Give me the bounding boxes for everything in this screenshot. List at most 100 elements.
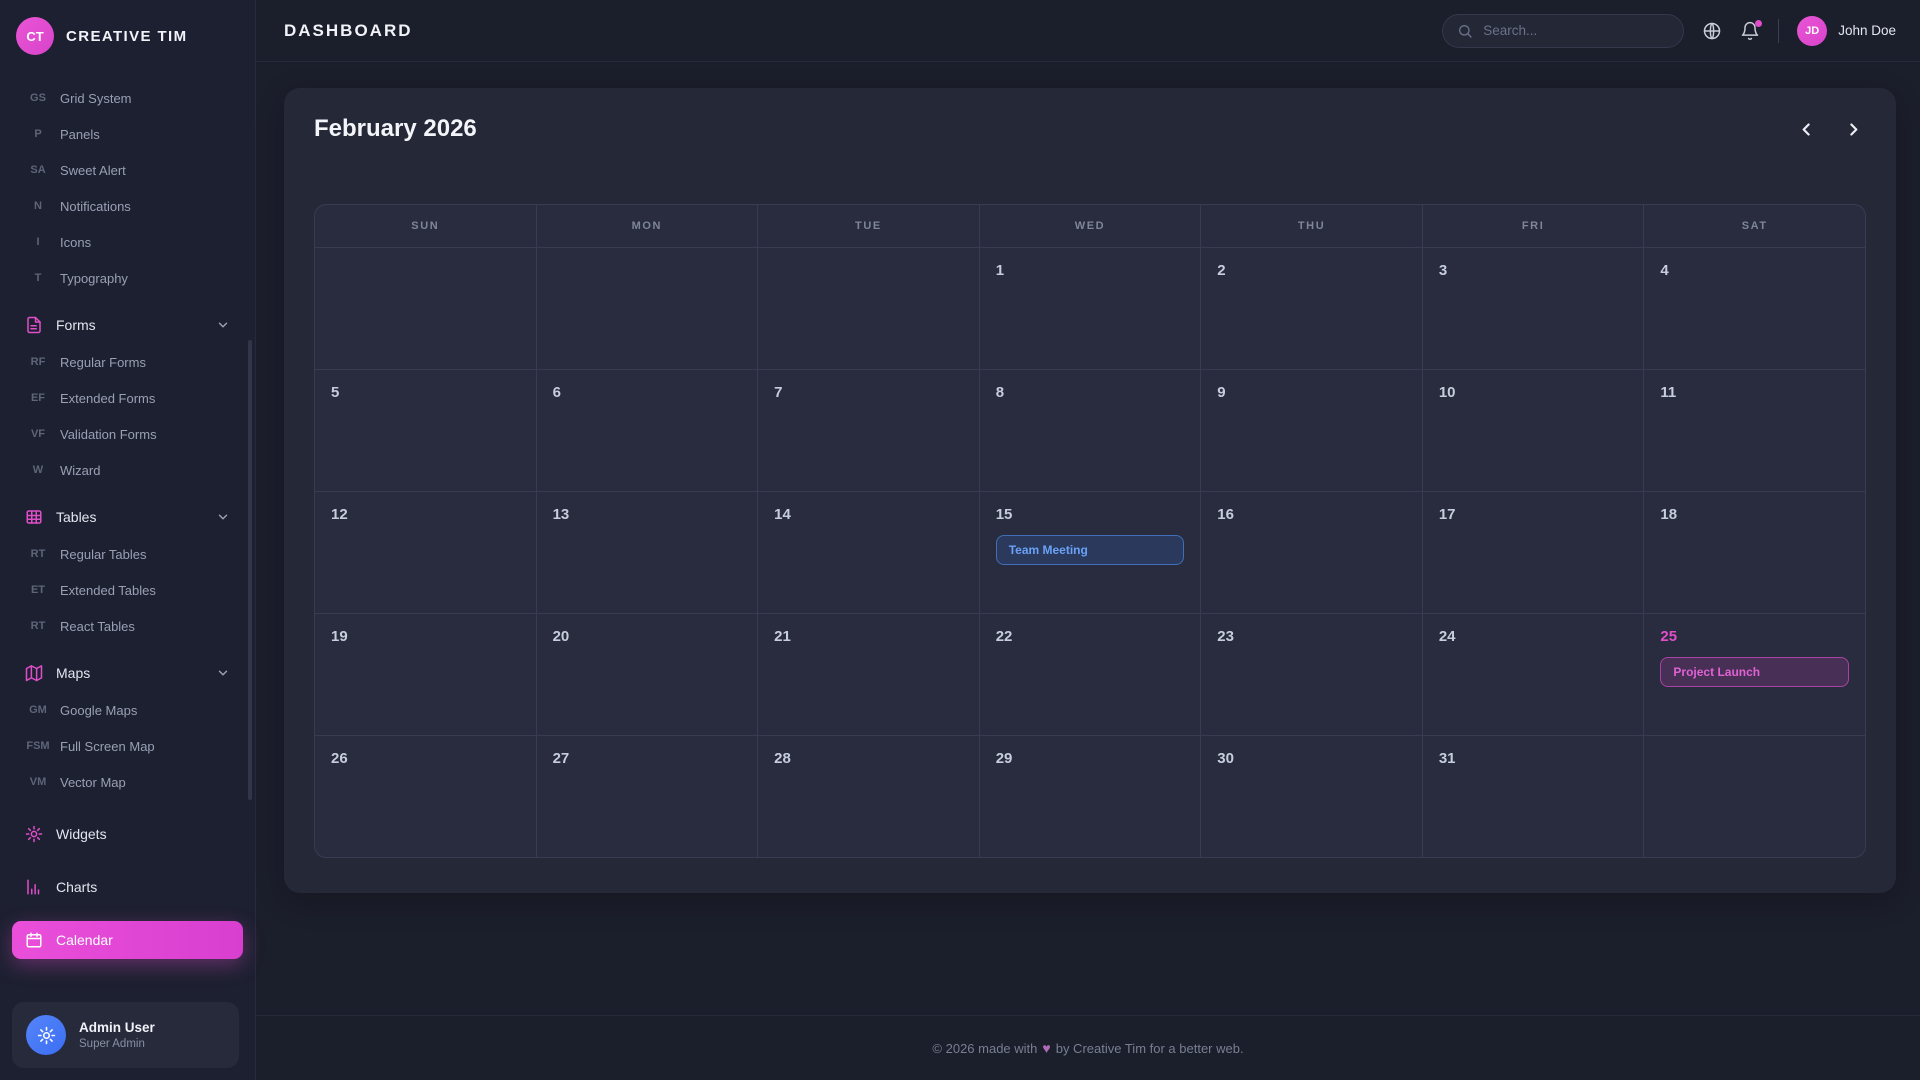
calendar-day-number: 26	[331, 750, 520, 767]
calendar-day-number: 28	[774, 750, 963, 767]
sidebar-user-card[interactable]: Admin User Super Admin	[12, 1002, 239, 1068]
sidebar-item-google-maps[interactable]: GMGoogle Maps	[12, 692, 243, 728]
calendar-day-number: 19	[331, 628, 520, 645]
calendar-day-number: 13	[553, 506, 742, 523]
item-label: Google Maps	[56, 703, 137, 718]
calendar-cell-day-30[interactable]: 30	[1201, 736, 1422, 857]
top-header: DASHBOARD JD John Doe	[256, 0, 1920, 62]
calendar-cell-day-9[interactable]: 9	[1201, 370, 1422, 491]
calendar-cell-day-13[interactable]: 13	[537, 492, 758, 613]
calendar-header: February 2026	[314, 114, 1866, 144]
notifications-button[interactable]	[1740, 21, 1760, 41]
prev-month-button[interactable]	[1794, 117, 1819, 142]
search-input[interactable]	[1483, 23, 1669, 38]
calendar-cell-day-8[interactable]: 8	[980, 370, 1201, 491]
item-label: Extended Forms	[56, 391, 155, 406]
map-icon	[25, 664, 43, 682]
sidebar-item-react-tables[interactable]: RTReact Tables	[12, 608, 243, 644]
calendar-cell-day-17[interactable]: 17	[1423, 492, 1644, 613]
calendar-cell-day-25[interactable]: 25Project Launch	[1644, 614, 1865, 735]
weekday-header-sat: SAT	[1644, 205, 1865, 247]
sidebar-item-maps[interactable]: Maps	[12, 654, 243, 692]
calendar-cell-day-31[interactable]: 31	[1423, 736, 1644, 857]
sidebar-item-sweet-alert[interactable]: SASweet Alert	[12, 152, 243, 188]
calendar-day-number: 20	[553, 628, 742, 645]
calendar-day-number: 1	[996, 262, 1185, 279]
item-initials: RT	[20, 548, 56, 560]
brand[interactable]: CT CREATIVE TIM	[0, 0, 255, 72]
calendar-cell-day-18[interactable]: 18	[1644, 492, 1865, 613]
calendar-cell-day-3[interactable]: 3	[1423, 248, 1644, 369]
calendar-cell-day-5[interactable]: 5	[315, 370, 536, 491]
footer: © 2026 made with ♥ by Creative Tim for a…	[256, 1015, 1920, 1080]
footer-text-prefix: © 2026 made with	[932, 1041, 1037, 1056]
sidebar-item-forms[interactable]: Forms	[12, 306, 243, 344]
sidebar-item-widgets[interactable]: Widgets	[12, 815, 243, 853]
calendar-day-number: 14	[774, 506, 963, 523]
calendar-cell-day-20[interactable]: 20	[537, 614, 758, 735]
calendar-cell-day-11[interactable]: 11	[1644, 370, 1865, 491]
gear-icon	[25, 825, 43, 843]
calendar-cell-day-28[interactable]: 28	[758, 736, 979, 857]
calendar-cell-day-23[interactable]: 23	[1201, 614, 1422, 735]
sidebar-item-panels[interactable]: PPanels	[12, 116, 243, 152]
user-name: Admin User	[79, 1020, 155, 1035]
user-avatar	[26, 1015, 66, 1055]
item-initials: N	[20, 200, 56, 212]
item-initials: GS	[20, 92, 56, 104]
calendar-cell-day-12[interactable]: 12	[315, 492, 536, 613]
sidebar-item-extended-tables[interactable]: ETExtended Tables	[12, 572, 243, 608]
calendar-cell-day-6[interactable]: 6	[537, 370, 758, 491]
sidebar-item-wizard[interactable]: WWizard	[12, 452, 243, 488]
calendar-cell-day-10[interactable]: 10	[1423, 370, 1644, 491]
user-role: Super Admin	[79, 1038, 155, 1050]
calendar-event-project-launch[interactable]: Project Launch	[1660, 657, 1849, 687]
calendar-cell-day-19[interactable]: 19	[315, 614, 536, 735]
sidebar-item-grid-system[interactable]: GSGrid System	[12, 80, 243, 116]
calendar-cell-day-26[interactable]: 26	[315, 736, 536, 857]
notification-badge	[1755, 20, 1762, 27]
section-label: Calendar	[56, 932, 230, 948]
calendar-cell-day-21[interactable]: 21	[758, 614, 979, 735]
language-globe-button[interactable]	[1702, 21, 1722, 41]
content-area: February 2026 SUNMONTUEWEDTHUFRISAT12345…	[256, 62, 1920, 1015]
sidebar-item-tables[interactable]: Tables	[12, 498, 243, 536]
sidebar-item-regular-forms[interactable]: RFRegular Forms	[12, 344, 243, 380]
sidebar-item-icons[interactable]: IIcons	[12, 224, 243, 260]
sidebar-scrollbar[interactable]	[248, 340, 252, 800]
sidebar-item-extended-forms[interactable]: EFExtended Forms	[12, 380, 243, 416]
sidebar-item-validation-forms[interactable]: VFValidation Forms	[12, 416, 243, 452]
calendar-cell-day-7[interactable]: 7	[758, 370, 979, 491]
sidebar-item-calendar[interactable]: Calendar	[12, 921, 243, 959]
user-menu[interactable]: JD John Doe	[1797, 16, 1896, 46]
calendar-cell-day-15[interactable]: 15Team Meeting	[980, 492, 1201, 613]
calendar-day-number: 23	[1217, 628, 1406, 645]
sidebar-item-full-screen-map[interactable]: FSMFull Screen Map	[12, 728, 243, 764]
calendar-cell-day-2[interactable]: 2	[1201, 248, 1422, 369]
calendar-icon	[25, 931, 43, 949]
calendar-event-team-meeting[interactable]: Team Meeting	[996, 535, 1185, 565]
calendar-cell-day-4[interactable]: 4	[1644, 248, 1865, 369]
item-initials: SA	[20, 164, 56, 176]
calendar-cell-day-24[interactable]: 24	[1423, 614, 1644, 735]
globe-icon	[1702, 21, 1722, 41]
sidebar-item-regular-tables[interactable]: RTRegular Tables	[12, 536, 243, 572]
section-label: Maps	[56, 665, 203, 681]
footer-text-suffix: by Creative Tim for a better web.	[1056, 1041, 1244, 1056]
search-box	[1442, 14, 1684, 48]
calendar-cell-day-29[interactable]: 29	[980, 736, 1201, 857]
table-icon	[25, 508, 43, 526]
brand-name: CREATIVE TIM	[66, 28, 188, 45]
sidebar-item-charts[interactable]: Charts	[12, 868, 243, 906]
calendar-cell-day-16[interactable]: 16	[1201, 492, 1422, 613]
calendar-cell-day-27[interactable]: 27	[537, 736, 758, 857]
calendar-cell-day-14[interactable]: 14	[758, 492, 979, 613]
next-month-button[interactable]	[1841, 117, 1866, 142]
sidebar-item-typography[interactable]: TTypography	[12, 260, 243, 296]
sidebar-item-notifications[interactable]: NNotifications	[12, 188, 243, 224]
calendar-day-number: 8	[996, 384, 1185, 401]
sidebar-item-vector-map[interactable]: VMVector Map	[12, 764, 243, 800]
calendar-cell-day-22[interactable]: 22	[980, 614, 1201, 735]
bar-chart-icon	[25, 878, 43, 896]
calendar-cell-day-1[interactable]: 1	[980, 248, 1201, 369]
